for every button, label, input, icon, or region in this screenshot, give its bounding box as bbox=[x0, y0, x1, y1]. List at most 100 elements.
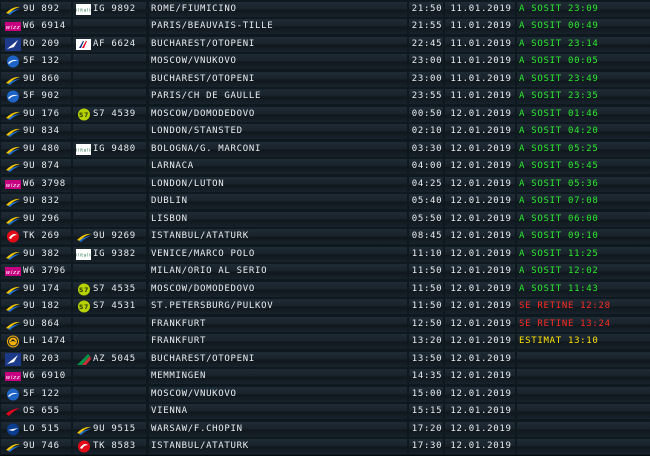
airline-logo-cell bbox=[1, 124, 21, 139]
airline-logo-cell bbox=[1, 72, 21, 87]
scheduled-date-text: 12.01.2019 bbox=[448, 144, 511, 154]
flight-number-text: 9U 176 bbox=[21, 109, 60, 119]
scheduled-time: 11:50 bbox=[409, 282, 443, 297]
codeshare-logo-cell bbox=[73, 89, 91, 104]
flight-status: A SOSIT 09:10 bbox=[517, 229, 650, 244]
airline-logo-cell bbox=[1, 212, 21, 227]
destination: DUBLIN bbox=[149, 194, 407, 209]
codeshare-logo-cell bbox=[73, 352, 91, 367]
scheduled-time-text: 22:45 bbox=[410, 39, 443, 49]
destination: VIENNA bbox=[149, 404, 407, 419]
codeshare-logo-cell: Alitalia bbox=[73, 2, 91, 17]
codeshare-number bbox=[91, 317, 146, 332]
blue-air-logo-icon bbox=[74, 230, 91, 243]
destination-text: BOLOGNA/G. MARCONI bbox=[149, 144, 261, 154]
flight-row: TK 2699U 9269ISTANBUL/ATATURK08:4512.01.… bbox=[0, 228, 650, 247]
codeshare-number-text bbox=[91, 21, 93, 31]
flight-status-text: A SOSIT 07:08 bbox=[517, 196, 599, 206]
destination: MOSCOW/DOMODEDOVO bbox=[149, 107, 407, 122]
codeshare-logo-cell bbox=[73, 72, 91, 87]
destination: LONDON/STANSTED bbox=[149, 124, 407, 139]
flight-status-text bbox=[517, 354, 519, 364]
codeshare-number: S7 4531 bbox=[91, 299, 146, 314]
blue-air-logo-icon bbox=[3, 160, 21, 173]
scheduled-time-text: 23:00 bbox=[410, 74, 443, 84]
scheduled-date: 12.01.2019 bbox=[445, 282, 515, 297]
codeshare-number-text bbox=[91, 266, 93, 276]
codeshare-number: S7 4535 bbox=[91, 282, 146, 297]
airline-logo-cell bbox=[1, 54, 21, 69]
scheduled-date-text: 12.01.2019 bbox=[448, 424, 511, 434]
destination-text: LONDON/STANSTED bbox=[149, 126, 243, 136]
blue-air-logo-icon bbox=[3, 3, 21, 16]
alitalia-logo-icon: Alitalia bbox=[74, 143, 91, 156]
flight-number-text: 9U 874 bbox=[21, 161, 60, 171]
tarom-logo-icon bbox=[3, 38, 21, 51]
scheduled-date: 12.01.2019 bbox=[445, 387, 515, 402]
scheduled-date: 12.01.2019 bbox=[445, 212, 515, 227]
scheduled-date-text: 11.01.2019 bbox=[448, 91, 511, 101]
destination: PARIS/CH DE GAULLE bbox=[149, 89, 407, 104]
flight-status-text: A SOSIT 05:45 bbox=[517, 161, 599, 171]
scheduled-date: 11.01.2019 bbox=[445, 89, 515, 104]
flight-number: W6 3798 bbox=[21, 177, 71, 192]
flight-row: wizzW6 6910MEMMINGEN14:3512.01.2019 bbox=[0, 368, 650, 387]
codeshare-logo-cell bbox=[73, 422, 91, 437]
destination-text: FRANKFURT bbox=[149, 319, 206, 329]
scheduled-time: 04:25 bbox=[409, 177, 443, 192]
codeshare-number bbox=[91, 177, 146, 192]
codeshare-logo-cell bbox=[73, 387, 91, 402]
codeshare-logo-cell bbox=[73, 194, 91, 209]
flight-number: 9U 834 bbox=[21, 124, 71, 139]
blue-air-logo-icon bbox=[3, 283, 21, 296]
codeshare-number bbox=[91, 194, 146, 209]
destination-text: LARNACA bbox=[149, 161, 194, 171]
scheduled-date-text: 12.01.2019 bbox=[448, 109, 511, 119]
codeshare-number: 9U 9515 bbox=[91, 422, 146, 437]
flight-row: 9U 382AlitaliaIG 9382VENICE/MARCO POLO11… bbox=[0, 245, 650, 264]
destination-text: PARIS/CH DE GAULLE bbox=[149, 91, 261, 101]
flight-row: 9U 864FRANKFURT12:5012.01.2019SE RETINE … bbox=[0, 315, 650, 334]
flight-status-text: SE RETINE 12:28 bbox=[517, 301, 611, 311]
flight-row: wizzW6 6914PARIS/BEAUVAIS-TILLE21:5511.0… bbox=[0, 18, 650, 37]
codeshare-logo-cell: Alitalia bbox=[73, 142, 91, 157]
flight-row: 9U 174S7S7 4535MOSCOW/DOMODEDOVO11:5012.… bbox=[0, 280, 650, 299]
destination-text: MEMMINGEN bbox=[149, 371, 206, 381]
scheduled-time: 00:50 bbox=[409, 107, 443, 122]
airline-logo-cell: wizz bbox=[1, 264, 21, 279]
codeshare-number bbox=[91, 404, 146, 419]
scheduled-time-text: 11:50 bbox=[410, 266, 443, 276]
scheduled-time-text: 23:00 bbox=[410, 56, 443, 66]
scheduled-time-text: 11:50 bbox=[410, 284, 443, 294]
rossiya-logo-icon bbox=[3, 388, 21, 401]
codeshare-logo-cell bbox=[73, 19, 91, 34]
flight-status: A SOSIT 12:02 bbox=[517, 264, 650, 279]
destination: MEMMINGEN bbox=[149, 369, 407, 384]
scheduled-time: 13:50 bbox=[409, 352, 443, 367]
airline-logo-cell bbox=[1, 352, 21, 367]
flight-number-text: 5F 122 bbox=[21, 389, 60, 399]
flight-status: ESTIMAT 13:10 bbox=[517, 334, 650, 349]
scheduled-time-text: 17:30 bbox=[410, 441, 443, 451]
flight-number: RO 209 bbox=[21, 37, 71, 52]
codeshare-number bbox=[91, 387, 146, 402]
scheduled-date: 12.01.2019 bbox=[445, 247, 515, 262]
codeshare-number-text: S7 4535 bbox=[91, 284, 136, 294]
flight-status-text: A SOSIT 11:43 bbox=[517, 284, 599, 294]
wizz-air-logo-icon: wizz bbox=[3, 178, 21, 191]
flight-number-text: 9U 382 bbox=[21, 249, 60, 259]
codeshare-number-text bbox=[91, 371, 93, 381]
flight-status-text: A SOSIT 11:25 bbox=[517, 249, 599, 259]
svg-text:wizz: wizz bbox=[6, 375, 21, 381]
scheduled-date-text: 11.01.2019 bbox=[448, 39, 511, 49]
destination-text: FRANKFURT bbox=[149, 336, 206, 346]
destination-text: WARSAW/F.CHOPIN bbox=[149, 424, 243, 434]
scheduled-time-text: 04:00 bbox=[410, 161, 443, 171]
scheduled-date: 12.01.2019 bbox=[445, 177, 515, 192]
codeshare-number-text bbox=[91, 56, 93, 66]
blue-air-logo-icon bbox=[74, 423, 91, 436]
scheduled-time-text: 21:50 bbox=[410, 4, 443, 14]
destination-text: DUBLIN bbox=[149, 196, 188, 206]
codeshare-number bbox=[91, 212, 146, 227]
flight-status: A SOSIT 00:49 bbox=[517, 19, 650, 34]
